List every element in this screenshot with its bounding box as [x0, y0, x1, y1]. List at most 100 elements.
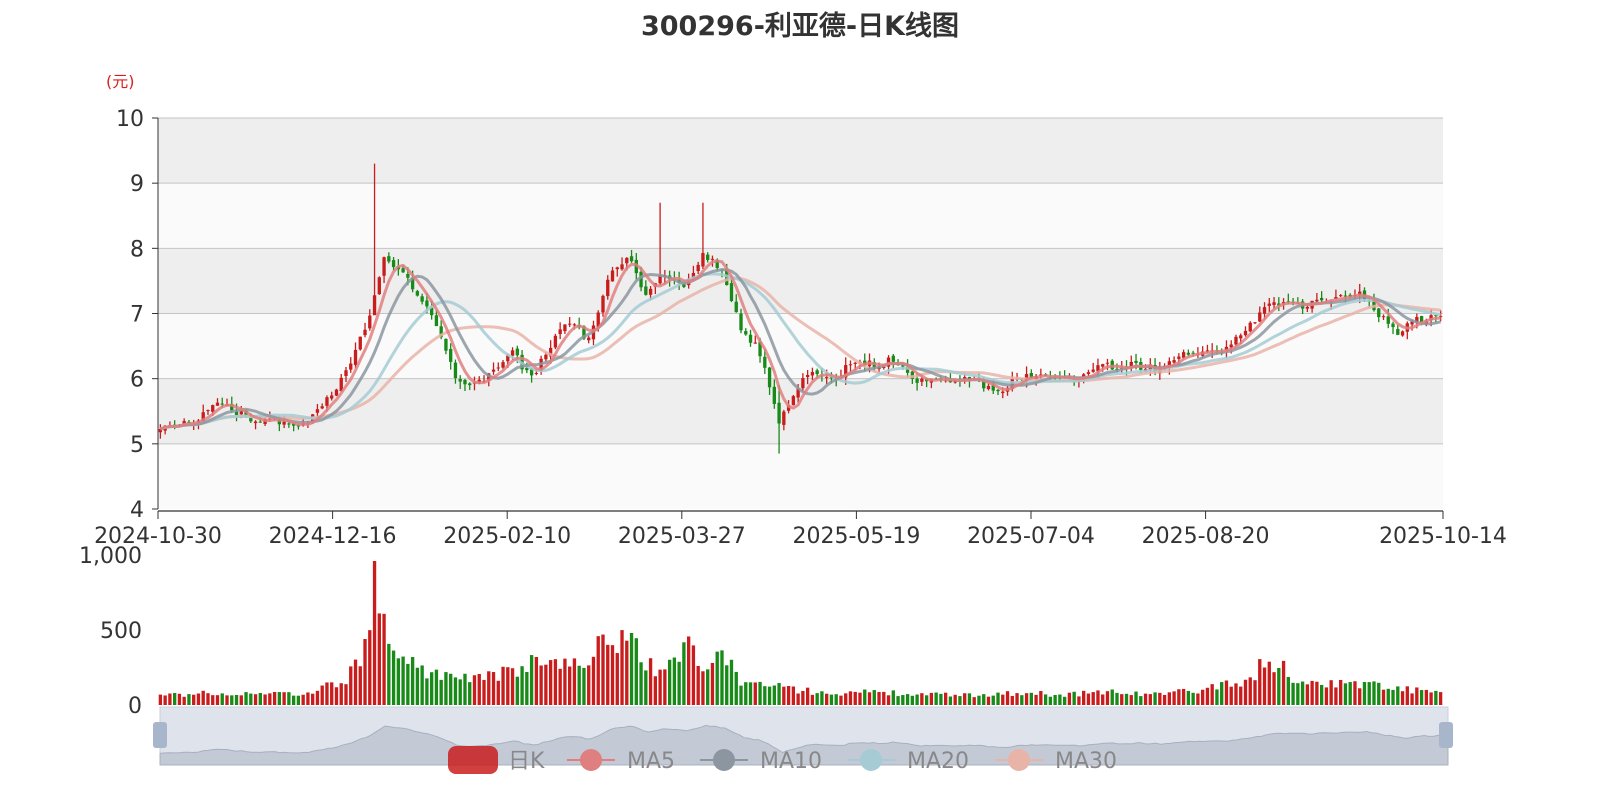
- volume-bar[interactable]: [777, 683, 781, 705]
- volume-bar[interactable]: [772, 685, 776, 705]
- candle-body[interactable]: [610, 270, 615, 282]
- volume-bar[interactable]: [263, 694, 267, 705]
- volume-bar[interactable]: [715, 651, 719, 705]
- volume-bar[interactable]: [625, 640, 629, 705]
- candle-body[interactable]: [491, 369, 496, 372]
- volume-bar[interactable]: [1372, 681, 1376, 705]
- candle-body[interactable]: [1105, 362, 1110, 364]
- volume-bar[interactable]: [244, 692, 248, 705]
- candle-body[interactable]: [425, 300, 429, 307]
- candle-body[interactable]: [287, 423, 291, 425]
- legend-item-ma20[interactable]: MA20: [847, 749, 969, 774]
- volume-bar[interactable]: [563, 658, 567, 705]
- candle-body[interactable]: [368, 315, 372, 329]
- candle-body[interactable]: [734, 301, 738, 313]
- volume-bar[interactable]: [1358, 688, 1362, 705]
- volume-bar[interactable]: [1272, 672, 1276, 705]
- volume-bar[interactable]: [667, 659, 672, 705]
- volume-bar[interactable]: [1220, 682, 1224, 705]
- candle-body[interactable]: [501, 362, 505, 368]
- volume-bar[interactable]: [334, 687, 339, 705]
- volume-bar[interactable]: [1124, 693, 1129, 705]
- volume-bar[interactable]: [358, 666, 362, 705]
- volume-bar[interactable]: [591, 656, 596, 705]
- volume-bar[interactable]: [558, 668, 562, 705]
- volume-bar[interactable]: [187, 694, 191, 705]
- volume-bar[interactable]: [339, 683, 343, 705]
- volume-bar[interactable]: [1029, 692, 1033, 705]
- volume-bar[interactable]: [548, 660, 553, 705]
- volume-bar[interactable]: [472, 675, 477, 705]
- volume-bar[interactable]: [877, 692, 881, 705]
- candle-body[interactable]: [1272, 302, 1276, 305]
- candle-body[interactable]: [510, 350, 515, 356]
- volume-bar[interactable]: [415, 667, 420, 705]
- volume-bar[interactable]: [534, 656, 539, 705]
- candle-body[interactable]: [1172, 360, 1176, 363]
- volume-bar[interactable]: [748, 682, 753, 705]
- volume-bar[interactable]: [634, 638, 638, 705]
- volume-bar[interactable]: [663, 669, 667, 705]
- volume-bar[interactable]: [382, 613, 386, 705]
- volume-bar[interactable]: [1415, 687, 1419, 705]
- candle-body[interactable]: [349, 363, 353, 370]
- volume-bar[interactable]: [1043, 694, 1048, 705]
- volume-bar[interactable]: [734, 671, 738, 705]
- volume-bar[interactable]: [529, 655, 534, 705]
- candle-body[interactable]: [372, 295, 377, 316]
- volume-bar[interactable]: [672, 657, 677, 705]
- volume-bar[interactable]: [577, 665, 581, 705]
- candle-body[interactable]: [606, 279, 610, 297]
- candle-body[interactable]: [1091, 369, 1095, 372]
- candle-body[interactable]: [1243, 330, 1248, 336]
- candle-body[interactable]: [458, 379, 462, 382]
- volume-bar[interactable]: [539, 665, 543, 705]
- volume-bar[interactable]: [491, 672, 496, 705]
- volume-bar[interactable]: [1020, 695, 1024, 705]
- volume-bar[interactable]: [1253, 680, 1257, 705]
- volume-bar[interactable]: [158, 694, 163, 705]
- volume-bar[interactable]: [301, 694, 305, 705]
- candle-body[interactable]: [986, 385, 991, 390]
- volume-bar[interactable]: [1115, 692, 1119, 705]
- volume-bar[interactable]: [782, 686, 786, 705]
- volume-bar[interactable]: [901, 695, 905, 705]
- volume-bar[interactable]: [220, 693, 224, 705]
- candle-body[interactable]: [1258, 312, 1262, 322]
- volume-bar[interactable]: [372, 561, 377, 705]
- candle-body[interactable]: [744, 331, 748, 335]
- volume-bar[interactable]: [1010, 695, 1014, 705]
- datazoom-right-handle[interactable]: [1439, 722, 1453, 748]
- volume-bar[interactable]: [820, 691, 824, 705]
- volume-bar[interactable]: [1153, 692, 1157, 705]
- volume-bar[interactable]: [291, 695, 296, 705]
- volume-bar[interactable]: [268, 693, 272, 705]
- volume-bar[interactable]: [1391, 689, 1395, 705]
- volume-bar[interactable]: [686, 636, 691, 705]
- volume-bar[interactable]: [739, 685, 743, 705]
- candle-body[interactable]: [777, 402, 781, 424]
- candle-body[interactable]: [572, 324, 577, 326]
- volume-bar[interactable]: [1129, 695, 1133, 705]
- volume-bar[interactable]: [496, 680, 500, 705]
- volume-bar[interactable]: [801, 690, 805, 705]
- volume-bar[interactable]: [277, 692, 282, 705]
- candle-body[interactable]: [515, 348, 519, 356]
- volume-bar[interactable]: [725, 665, 729, 705]
- volume-bar[interactable]: [644, 670, 648, 705]
- volume-bar[interactable]: [1120, 694, 1124, 705]
- candle-body[interactable]: [767, 367, 772, 388]
- volume-bar[interactable]: [1167, 692, 1172, 705]
- volume-bar[interactable]: [1396, 686, 1400, 705]
- volume-bar[interactable]: [1005, 691, 1010, 705]
- candle-body[interactable]: [330, 395, 334, 399]
- volume-bar[interactable]: [1058, 694, 1062, 705]
- candle-body[interactable]: [648, 288, 653, 295]
- volume-bar[interactable]: [1434, 690, 1438, 705]
- volume-bar[interactable]: [1158, 692, 1162, 705]
- candle-body[interactable]: [1101, 364, 1105, 367]
- candle-body[interactable]: [825, 377, 829, 379]
- volume-bar[interactable]: [1082, 690, 1086, 705]
- candle-body[interactable]: [325, 397, 329, 406]
- volume-bar[interactable]: [425, 678, 429, 705]
